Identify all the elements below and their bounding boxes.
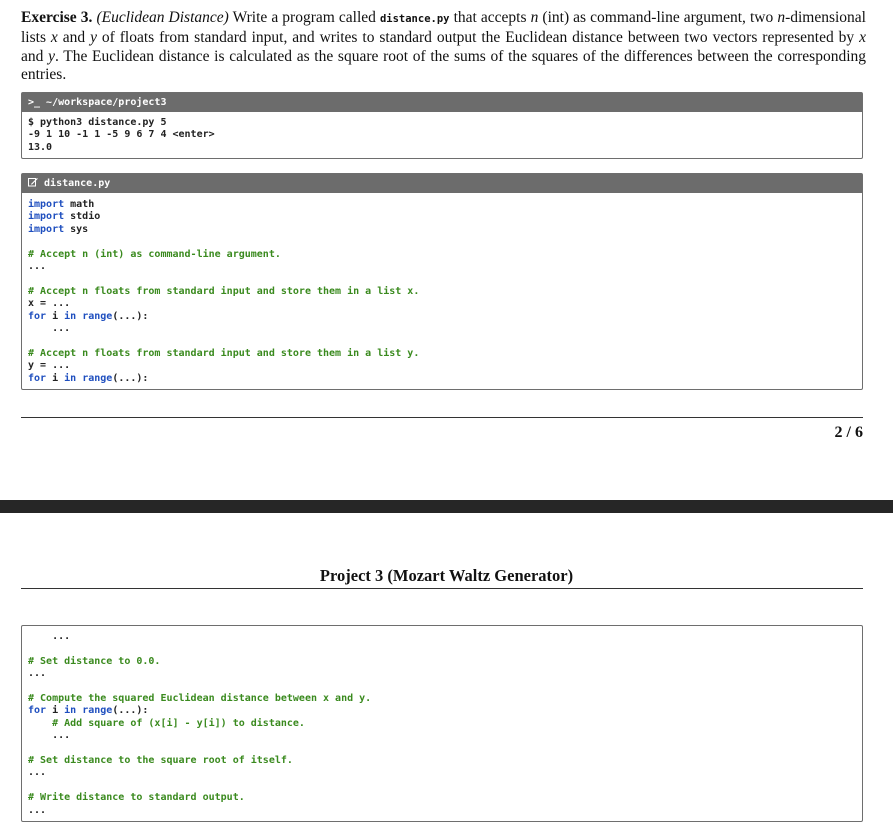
- terminal-title: >_ ~/workspace/project3: [22, 93, 862, 112]
- terminal-line: 13.0: [28, 141, 53, 153]
- math-var: x: [50, 28, 58, 46]
- exercise-label: Exercise 3.: [21, 9, 93, 26]
- exercise-text: and: [57, 28, 91, 46]
- math-var: x: [859, 28, 866, 46]
- editor-filename: distance.py: [44, 178, 111, 189]
- exercise-text: Write a program called: [228, 9, 380, 26]
- terminal-box: >_ ~/workspace/project3 $ python3 distan…: [21, 92, 863, 159]
- editor-box-continued: ... # Set distance to 0.0. ... # Compute…: [21, 625, 863, 822]
- exercise-title: (Euclidean Distance): [96, 9, 229, 26]
- terminal-line: -9 1 10 -1 1 -5 9 6 7 4 <enter>: [28, 129, 215, 141]
- exercise-text: and: [21, 47, 49, 65]
- math-var: y: [48, 47, 55, 65]
- page-header-title: Project 3 (Mozart Waltz Generator): [319, 566, 574, 585]
- exercise-text: (int) as command-line argument, two: [538, 9, 778, 26]
- page-separator: [0, 500, 893, 513]
- exercise-text: of floats from standard input, and write…: [96, 28, 860, 46]
- terminal-output: $ python3 distance.py 5 -9 1 10 -1 1 -5 9…: [22, 112, 862, 154]
- code-block-continued: ... # Set distance to 0.0. ... # Compute…: [28, 631, 372, 816]
- code-block: import math import stdio import sys # Ac…: [28, 199, 420, 384]
- exercise-filename: distance.py: [379, 13, 450, 25]
- terminal-line: $ python3 distance.py 5: [28, 117, 167, 128]
- math-var: n: [777, 9, 786, 26]
- editor-title-bar: distance.py: [22, 174, 862, 193]
- page-number: 2 / 6: [834, 424, 863, 441]
- exercise-description: Exercise 3. (Euclidean Distance) Write a…: [21, 9, 866, 85]
- exercise-text: that accepts: [449, 9, 531, 26]
- editor-box: distance.py import math import stdio imp…: [21, 173, 863, 390]
- math-var: y: [90, 28, 97, 46]
- footer-rule: [21, 417, 863, 418]
- header-rule: [21, 588, 863, 589]
- edit-icon: [28, 174, 38, 193]
- exercise-text: . The Euclidean distance is calculated a…: [21, 47, 866, 84]
